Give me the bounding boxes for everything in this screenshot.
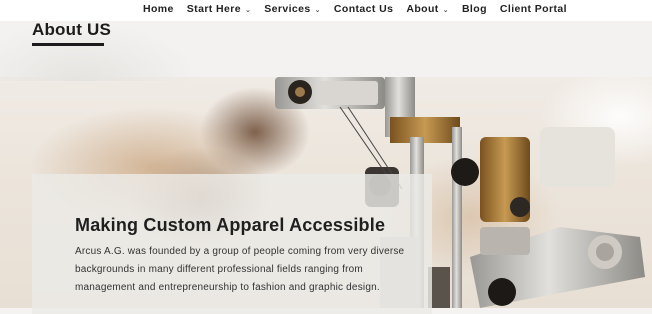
nav-item-label: Contact Us: [333, 3, 394, 15]
chevron-down-icon: ⌄: [244, 7, 252, 14]
nav-item-services[interactable]: Services ⌄: [264, 3, 321, 15]
nav-item-client-portal[interactable]: Client Portal: [500, 3, 567, 15]
nav-item-label: Home: [143, 3, 174, 15]
nav-item-contact-us[interactable]: Contact Us: [334, 3, 393, 15]
nav-item-start-here[interactable]: Start Here ⌄: [187, 3, 251, 15]
nav-item-label: Client Portal: [499, 3, 567, 15]
chevron-down-icon: ⌄: [442, 7, 449, 14]
nav-item-label: About: [406, 3, 439, 15]
title-underline: [32, 43, 104, 46]
nav-menu: Home Start Here ⌄ Services ⌄ Contact Us Ab…: [143, 3, 580, 15]
top-navigation: Home Start Here ⌄ Services ⌄ Contact Us Ab…: [0, 0, 652, 21]
nav-item-about[interactable]: About ⌄: [406, 3, 449, 15]
page-title-band: About US: [0, 20, 652, 81]
section-heading: Making Custom Apparel Accessible: [75, 215, 386, 235]
nav-item-label: Services: [264, 3, 311, 15]
nav-item-home[interactable]: Home: [143, 3, 174, 15]
chevron-down-icon: ⌄: [314, 7, 321, 14]
nav-item-blog[interactable]: Blog: [462, 3, 487, 15]
nav-item-label: Blog: [461, 3, 487, 15]
section-body-text: Arcus A.G. was founded by a group of peo…: [75, 246, 405, 293]
intro-card: Making Custom Apparel Accessible Arcus A…: [32, 174, 432, 314]
page-title: About US: [32, 20, 112, 39]
nav-item-label: Start Here: [186, 3, 241, 15]
